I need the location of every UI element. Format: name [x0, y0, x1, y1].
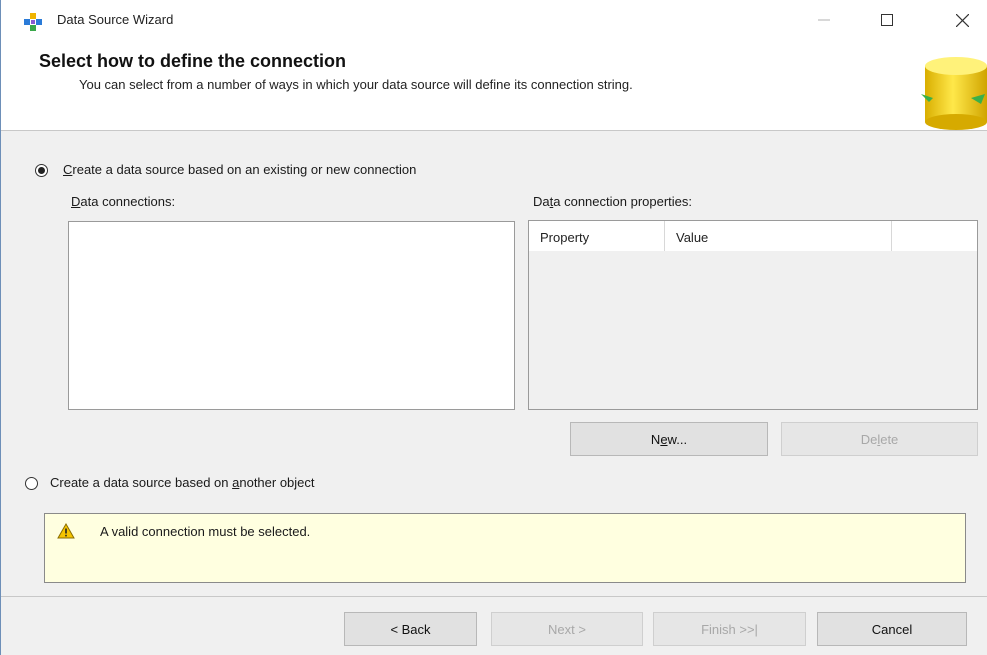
label-text: nother object: [239, 475, 315, 490]
grid-header: Property Value: [529, 221, 977, 251]
data-connections-label: Data connections:: [71, 194, 175, 209]
label-text: ata connections:: [80, 194, 176, 209]
button-text: ete: [880, 431, 899, 447]
wizard-icon: [24, 13, 42, 31]
blank-column-header: [892, 221, 977, 251]
property-column-header[interactable]: Property: [529, 221, 665, 251]
new-connection-button[interactable]: Ne w...: [570, 422, 768, 456]
connection-properties-label: Data connection properties:: [533, 194, 692, 209]
data-connections-list[interactable]: [68, 221, 515, 410]
validation-message-box: A valid connection must be selected.: [44, 513, 966, 583]
minimize-button[interactable]: [801, 0, 847, 40]
next-button[interactable]: Next >: [491, 612, 643, 646]
finish-button[interactable]: Finish >>|: [653, 612, 806, 646]
title-bar: Data Source Wizard: [1, 0, 987, 40]
button-text: w...: [667, 431, 688, 447]
existing-connection-label[interactable]: Create a data source based on an existin…: [63, 162, 416, 177]
access-key: C: [63, 162, 73, 177]
button-text: N: [650, 431, 661, 447]
close-icon: [955, 13, 969, 27]
label-text: Create a data source based on: [50, 475, 233, 490]
button-text: De: [860, 431, 878, 447]
database-cylinder-icon: [921, 57, 987, 130]
access-key: e: [660, 431, 668, 447]
label-text: reate a data source based on an existing…: [72, 162, 417, 177]
back-button[interactable]: < Back: [344, 612, 477, 646]
access-key: D: [71, 194, 81, 209]
minimize-icon: [818, 19, 830, 21]
existing-connection-radio[interactable]: [35, 164, 48, 177]
label-text: a connection properties:: [553, 194, 693, 209]
footer-divider: [1, 596, 987, 597]
maximize-icon: [881, 14, 893, 26]
label-text: Da: [533, 194, 550, 209]
another-object-label[interactable]: Create a data source based on another ob…: [50, 475, 315, 490]
close-button[interactable]: [939, 0, 985, 40]
maximize-button[interactable]: [864, 0, 910, 40]
warning-icon: [57, 523, 75, 539]
page-description: You can select from a number of ways in …: [79, 77, 633, 92]
validation-message: A valid connection must be selected.: [100, 524, 311, 539]
value-column-header[interactable]: Value: [665, 221, 892, 251]
delete-connection-button[interactable]: De l ete: [781, 422, 978, 456]
wizard-header: Select how to define the connection You …: [1, 40, 987, 131]
window-title: Data Source Wizard: [57, 12, 174, 27]
wizard-window: Data Source Wizard Select how to define …: [0, 0, 987, 655]
connection-properties-grid[interactable]: Property Value: [528, 220, 978, 410]
cancel-button[interactable]: Cancel: [817, 612, 967, 646]
page-title: Select how to define the connection: [39, 51, 347, 71]
another-object-radio[interactable]: [25, 477, 38, 490]
